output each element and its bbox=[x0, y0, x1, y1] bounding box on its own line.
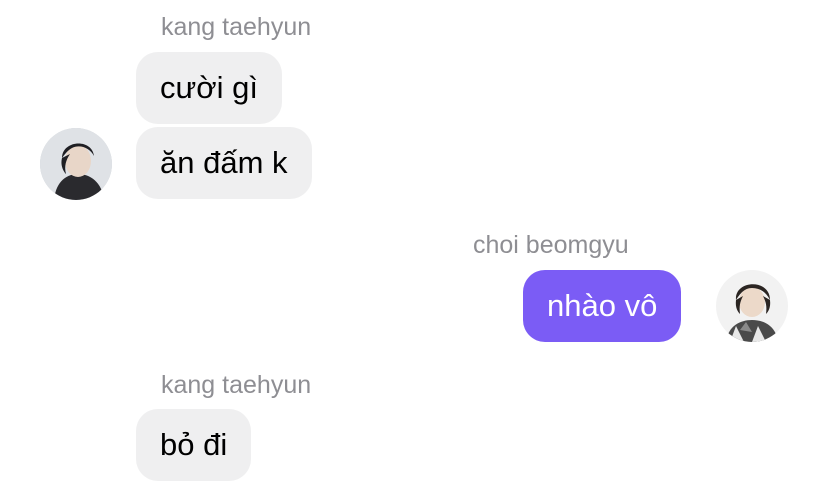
sender-name-beomgyu: choi beomgyu bbox=[473, 231, 629, 259]
sender-name-taehyun: kang taehyun bbox=[161, 13, 312, 41]
message-bubble-incoming[interactable]: cười gì bbox=[136, 52, 282, 124]
message-bubble-outgoing[interactable]: nhào vô bbox=[523, 270, 682, 342]
message-bubble-incoming[interactable]: ăn đấm k bbox=[136, 127, 312, 199]
message-bubble-incoming[interactable]: bỏ đi bbox=[136, 409, 252, 481]
avatar-photo-placeholder bbox=[40, 128, 112, 200]
avatar-photo-placeholder bbox=[716, 270, 788, 342]
beomgyu-avatar[interactable] bbox=[716, 270, 788, 342]
taehyun-avatar[interactable] bbox=[40, 128, 112, 200]
sender-name-taehyun: kang taehyun bbox=[161, 371, 312, 399]
